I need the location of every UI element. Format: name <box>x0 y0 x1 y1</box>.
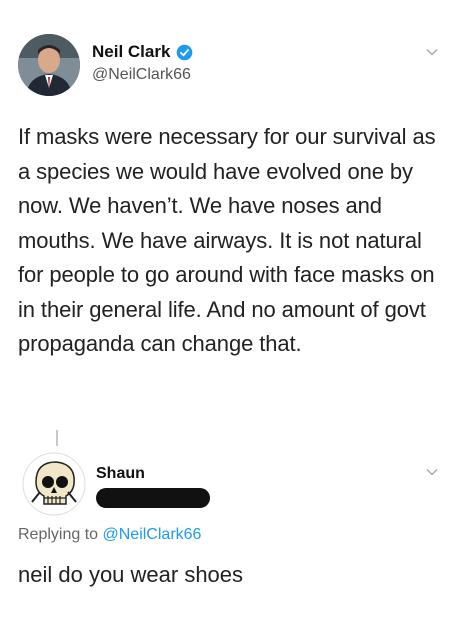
tweet-text: If masks were necessary for our survival… <box>18 124 436 356</box>
tweet-card: Neil Clark @NeilClark66 If masks were ne… <box>0 0 456 639</box>
reply-author-name[interactable]: Shaun <box>96 465 145 483</box>
author-avatar[interactable] <box>18 34 80 96</box>
author-handle[interactable]: @NeilClark66 <box>92 66 191 84</box>
chevron-down-icon[interactable] <box>426 46 438 58</box>
reply-chevron-down-icon[interactable] <box>426 466 438 478</box>
replying-to-mention[interactable]: @NeilClark66 <box>103 526 202 543</box>
redacted-handle <box>96 488 210 508</box>
verified-badge-icon <box>177 44 193 60</box>
replying-to-label: Replying to <box>18 526 99 543</box>
reply-avatar[interactable] <box>22 452 86 516</box>
author-name[interactable]: Neil Clark <box>92 42 170 62</box>
reply-text: neil do you wear shoes <box>18 562 244 587</box>
author-name-row: Neil Clark <box>92 42 193 62</box>
replying-to: Replying to @NeilClark66 <box>18 526 201 544</box>
thread-connector <box>56 430 58 446</box>
